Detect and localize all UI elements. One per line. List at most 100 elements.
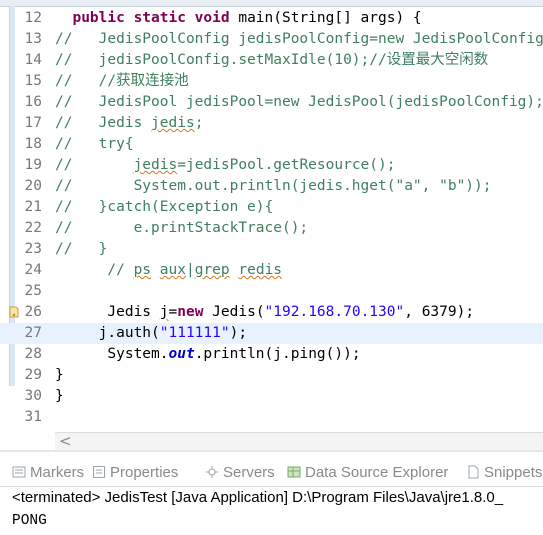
code-line[interactable]: 14 // jedisPoolConfig.setMaxIdle(10);//设置… xyxy=(0,50,543,71)
code-token: jedis xyxy=(133,157,178,173)
code-text: // jedisPoolConfig.setMaxIdle(10);//设置最大… xyxy=(55,50,488,71)
line-number: 13 xyxy=(24,31,42,47)
code-line[interactable]: 17 // Jedis jedis; xyxy=(0,113,543,134)
code-token: "111111" xyxy=(159,325,230,341)
code-token: public static void xyxy=(72,10,230,26)
code-text: j.auth("111111"); xyxy=(55,323,247,344)
code-text: // e.printStackTrace(); xyxy=(55,218,308,239)
code-text: // ps aux|grep redis xyxy=(55,260,282,281)
code-line[interactable]: 16 // JedisPool jedisPool=new JedisPool(j… xyxy=(0,92,543,113)
code-token: } xyxy=(55,388,64,404)
code-text: // System.out.println(jedis.hget("a", "b… xyxy=(55,176,492,197)
markers-icon xyxy=(12,464,26,478)
tab-markers[interactable]: Markers xyxy=(12,462,84,484)
snippets-icon xyxy=(466,464,480,479)
code-text: // try{ xyxy=(55,134,134,155)
editor-tab-strip xyxy=(0,0,543,7)
code-line[interactable]: 24 // ps aux|grep redis xyxy=(0,260,543,281)
code-token: System. xyxy=(55,346,169,362)
code-token: } xyxy=(55,367,64,383)
code-text: // Jedis jedis; xyxy=(55,113,203,134)
line-number: 17 xyxy=(24,115,42,131)
line-number: 26 xyxy=(24,304,42,320)
code-token: =jedisPool.getResource(); xyxy=(177,157,396,173)
line-number: 30 xyxy=(24,388,42,404)
code-text: public static void main(String[] args) { xyxy=(55,8,422,29)
code-text: } xyxy=(55,386,64,407)
line-number: 12 xyxy=(24,10,42,26)
code-text: // //获取连接池 xyxy=(55,71,189,92)
code-line[interactable]: 31 xyxy=(0,407,543,428)
code-line[interactable]: 28 System.out.println(j.ping()); xyxy=(0,344,543,365)
code-token: Jedis xyxy=(55,304,160,320)
code-line[interactable]: 23 // } xyxy=(0,239,543,260)
code-line[interactable]: 13 // JedisPoolConfig jedisPoolConfig=new… xyxy=(0,29,543,50)
code-token: j.auth( xyxy=(55,325,160,341)
line-number: 14 xyxy=(24,52,42,68)
line-number: 31 xyxy=(24,409,42,425)
code-text: } xyxy=(55,365,64,386)
code-line[interactable]: 21 // }catch(Exception e){ xyxy=(0,197,543,218)
code-editor[interactable]: 12 public static void main(String[] args… xyxy=(0,0,543,432)
code-line[interactable]: 26 Jedis j=new Jedis("192.168.70.130", 6… xyxy=(0,302,543,323)
line-number: 21 xyxy=(24,199,42,215)
code-token: // Jedis xyxy=(55,115,152,131)
horizontal-scrollbar[interactable]: < xyxy=(55,432,543,451)
editor-divider xyxy=(0,450,543,452)
code-token: // JedisPoolConfig jedisPoolConfig=new J… xyxy=(55,31,543,47)
line-number: 28 xyxy=(24,346,42,362)
code-line[interactable]: 30} xyxy=(0,386,543,407)
code-token: new xyxy=(177,304,204,320)
code-token: aux xyxy=(159,262,186,278)
code-text: // JedisPool jedisPool=new JedisPool(jed… xyxy=(55,92,543,113)
tab-label: Snippets xyxy=(484,464,543,481)
code-text: System.out.println(j.ping()); xyxy=(55,344,360,365)
code-line[interactable]: 15 // //获取连接池 xyxy=(0,71,543,92)
line-number: 29 xyxy=(24,367,42,383)
code-token: // System.out.println(jedis.hget("a", "b… xyxy=(55,178,492,194)
line-number: 20 xyxy=(24,178,42,194)
code-text: // JedisPoolConfig jedisPoolConfig=new J… xyxy=(55,29,543,50)
code-token: | xyxy=(185,262,195,278)
code-line[interactable]: 29} xyxy=(0,365,543,386)
line-number: 24 xyxy=(24,262,42,278)
code-line[interactable]: 20 // System.out.println(jedis.hget("a", … xyxy=(0,176,543,197)
line-number: 27 xyxy=(24,325,42,341)
scroll-left-arrow-icon[interactable]: < xyxy=(59,433,72,450)
tab-label: Markers xyxy=(30,464,85,481)
warning-marker-icon[interactable] xyxy=(9,306,19,318)
code-line[interactable]: 12 public static void main(String[] args… xyxy=(0,8,543,29)
code-token: Jedis( xyxy=(203,304,265,320)
line-number: 15 xyxy=(24,73,42,89)
code-line[interactable]: 22 // e.printStackTrace(); xyxy=(0,218,543,239)
code-token: main(String[] args) { xyxy=(229,10,422,26)
code-token: // e.printStackTrace(); xyxy=(55,220,309,236)
code-text: // }catch(Exception e){ xyxy=(55,197,273,218)
console-header: <terminated> JedisTest [Java Application… xyxy=(12,489,504,506)
tab-servers[interactable]: Servers xyxy=(205,462,275,484)
code-line[interactable]: 19 // jedis=jedisPool.getResource(); xyxy=(0,155,543,176)
code-token: = xyxy=(168,304,178,320)
tab-properties[interactable]: Properties xyxy=(92,462,178,484)
console-tab-bar: Markers Properties Servers Data Source Expl… xyxy=(0,460,543,487)
code-token: out xyxy=(168,346,195,362)
code-line[interactable]: 27 j.auth("111111"); xyxy=(0,323,543,344)
code-token: // } xyxy=(55,241,108,257)
data-source-explorer-icon xyxy=(287,464,301,478)
code-token: , 6379); xyxy=(404,304,475,320)
tab-label: Servers xyxy=(223,464,275,481)
line-number: 18 xyxy=(24,136,42,152)
code-line[interactable]: 18 // try{ xyxy=(0,134,543,155)
code-token: ; xyxy=(194,115,204,131)
tab-label: Data Source Explorer xyxy=(305,464,449,481)
console-output[interactable]: PONG xyxy=(12,510,543,532)
code-token: // jedisPoolConfig.setMaxIdle(10);//设置最大… xyxy=(55,52,489,68)
tab-snippets[interactable]: Snippets xyxy=(466,462,542,484)
code-text: // jedis=jedisPool.getResource(); xyxy=(55,155,395,176)
tab-data-source-explorer[interactable]: Data Source Explorer xyxy=(287,462,448,484)
code-token: // }catch(Exception e){ xyxy=(55,199,274,215)
properties-icon xyxy=(92,464,106,478)
code-line[interactable]: 25 xyxy=(0,281,543,302)
